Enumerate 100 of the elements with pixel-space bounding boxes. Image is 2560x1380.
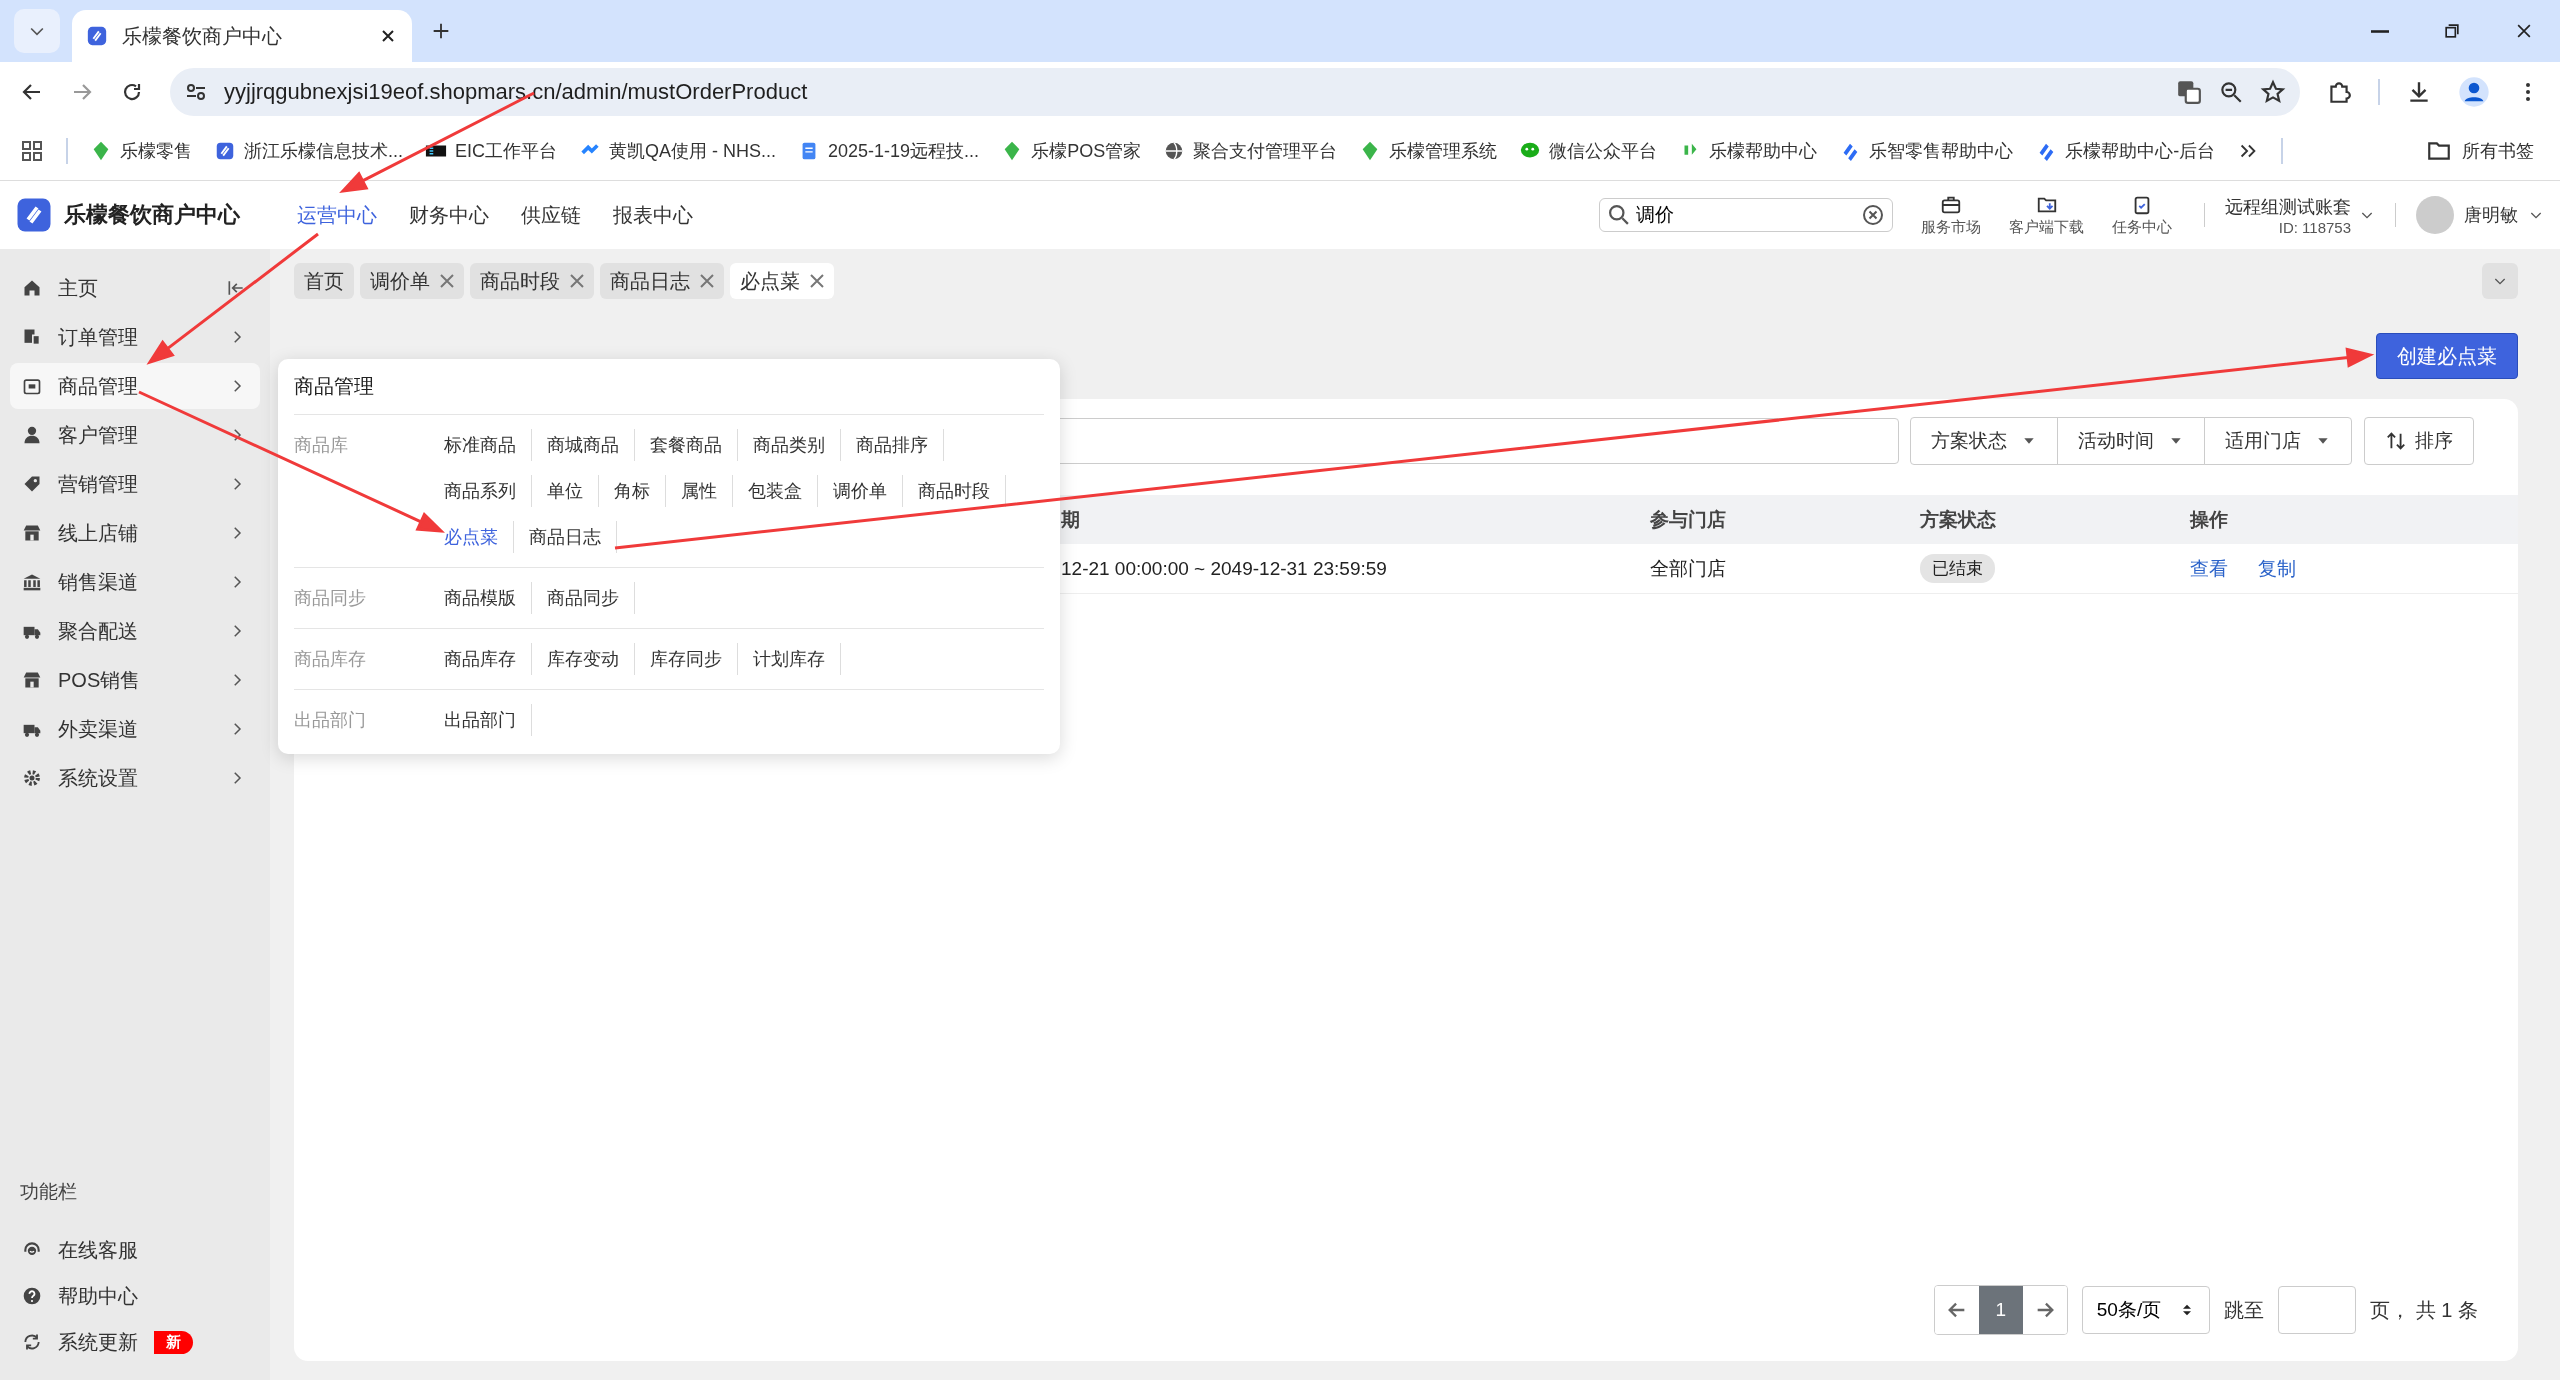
menu-link[interactable]: 角标 [614,475,666,507]
sidebar-tool[interactable]: 帮助中心 [10,1273,260,1319]
browser-tab[interactable]: 乐檬餐饮商户中心 [72,10,412,62]
menu-link[interactable]: 必点菜 [444,521,514,553]
sidebar-item[interactable]: 线上店铺 [10,510,260,556]
sidebar-item[interactable]: 外卖渠道 [10,706,260,752]
sidebar-item[interactable]: 销售渠道 [10,559,260,605]
sort-button[interactable]: 排序 [2364,417,2474,465]
menu-link[interactable]: 单位 [547,475,599,507]
address-bar[interactable]: yyjjrqgubnexjsi19eof.shopmars.cn/admin/mustOrderProduct [170,68,2300,116]
page-tab[interactable]: 首页 [294,263,354,299]
bookmark[interactable]: 浙江乐檬信息技术... [214,139,403,163]
action-link[interactable]: 复制 [2258,555,2296,582]
menu-link[interactable]: 商品模版 [444,582,532,614]
sidebar-tool[interactable]: 系统更新 新 [10,1319,260,1365]
minimize-icon [2371,29,2389,33]
jump-label: 跳至 [2224,1297,2265,1323]
menu-link[interactable]: 包装盒 [748,475,818,507]
column-header: 方案状态 [1910,495,2180,544]
status-tag: 已结束 [1920,554,1995,583]
bookmark[interactable]: 乐智零售帮助中心 [1839,139,2014,163]
total-label: 页， 共 1 条 [2370,1297,2478,1323]
nav-tab[interactable]: 供应链 [521,191,581,239]
search-field[interactable]: 调价 [1599,198,1893,232]
brand-name: 乐檬餐饮商户中心 [64,201,240,229]
sidebar-item[interactable]: POS销售 [10,657,260,703]
menu-link[interactable]: 商品系列 [444,475,532,507]
menu-link[interactable]: 计划库存 [753,643,841,675]
apps-grid-icon[interactable] [20,139,44,163]
bookmark[interactable]: 乐檬管理系统 [1359,139,1498,163]
toolbar-button[interactable]: 任务中心 [2112,193,2172,237]
menu-link[interactable]: 标准商品 [444,429,532,461]
menu-link[interactable]: 库存变动 [547,643,635,675]
menu-link[interactable]: 属性 [681,475,733,507]
nav-tab[interactable]: 财务中心 [409,191,489,239]
bookmark[interactable]: 乐檬POS管家 [1001,139,1142,163]
menu-link[interactable]: 商品排序 [856,429,944,461]
filter-dropdown[interactable]: 方案状态 [1910,417,2058,465]
profile-icon[interactable] [2458,76,2490,108]
bank-icon [22,572,42,592]
bookmark[interactable]: 聚合支付管理平台 [1163,139,1338,163]
user-menu[interactable]: 唐明敏 [2416,196,2544,234]
page-input[interactable] [2278,1286,2357,1334]
menu-link[interactable]: 商品类别 [753,429,841,461]
receipt-icon [22,327,42,347]
translate-icon[interactable] [2176,79,2202,105]
bookmark[interactable]: 乐檬零售 [90,139,192,163]
section-label: 商品同步 [294,587,367,610]
nav-tab[interactable]: 报表中心 [613,191,693,239]
sidebar-item[interactable]: 营销管理 [10,461,260,507]
sidebar-item[interactable]: 商品管理 [10,363,260,409]
create-button[interactable]: 创建必点菜 [2376,333,2518,379]
action-link[interactable]: 查看 [2190,555,2228,582]
collapse-icon[interactable] [226,278,246,298]
person-icon [22,425,42,445]
menu-link[interactable]: 商品库存 [444,643,532,675]
column-header: 参与门店 [1640,495,1910,544]
help-icon [22,1286,42,1306]
bookmark[interactable]: 2025-1-19远程技... [798,139,980,163]
sidebar-item[interactable]: 订单管理 [10,314,260,360]
toolbar-button[interactable]: 客户端下载 [2009,193,2084,237]
menu-link[interactable]: 调价单 [833,475,903,507]
menu-link[interactable]: 商品同步 [547,582,635,614]
sidebar-item[interactable]: 客户管理 [10,412,260,458]
restore-icon [2442,21,2462,41]
refresh-icon [22,1332,42,1352]
box-icon [22,376,42,396]
clear-icon[interactable] [1863,205,1883,225]
zoom-out-icon[interactable] [2218,79,2244,105]
toolbar-button[interactable]: 服务市场 [1921,193,1981,237]
storefront-icon [22,523,42,543]
column-header: 操作 [2180,495,2518,544]
menu-link[interactable]: 套餐商品 [650,429,738,461]
page-tab[interactable]: 必点菜 [730,263,834,299]
menu-link[interactable]: 出品部门 [444,704,532,736]
sidebar-item[interactable]: 聚合配送 [10,608,260,654]
sidebar-tool[interactable]: 在线客服 [10,1227,260,1273]
sidebar-item[interactable]: 主页 [10,265,260,311]
bookmark[interactable]: 黄凯QA使用 - NHS... [579,139,777,163]
nav-tab[interactable]: 运营中心 [297,191,377,239]
account-switcher[interactable]: 远程组测试账套 ID: 118753 [2225,194,2375,236]
menu-link[interactable]: 库存同步 [650,643,738,675]
star-icon[interactable] [2260,79,2286,105]
page-tab[interactable]: 商品时段 [470,263,594,299]
page-tab[interactable]: 调价单 [360,263,464,299]
sidebar-item[interactable]: 系统设置 [10,755,260,801]
bookmark[interactable]: 微信公众平台 [1519,139,1658,163]
bookmark[interactable]: 乐檬帮助中心 [1679,139,1818,163]
menu-link[interactable]: 商城商品 [547,429,635,461]
page-tab[interactable]: 商品日志 [600,263,724,299]
all-bookmarks-button[interactable]: 所有书签 [2420,137,2540,165]
filter-dropdown[interactable]: 活动时间 [2057,417,2205,465]
page-button[interactable]: 1 [1978,1286,2023,1334]
page-size-select[interactable]: 50条/页 [2081,1286,2211,1334]
new-badge: 新 [154,1330,193,1354]
tag-icon [22,474,42,494]
app-logo-icon [16,197,52,233]
filter-dropdown[interactable]: 适用门店 [2204,417,2352,465]
bookmark[interactable]: 乐檬帮助中心-后台 [2035,139,2216,163]
section-label: 商品库 [294,434,349,457]
